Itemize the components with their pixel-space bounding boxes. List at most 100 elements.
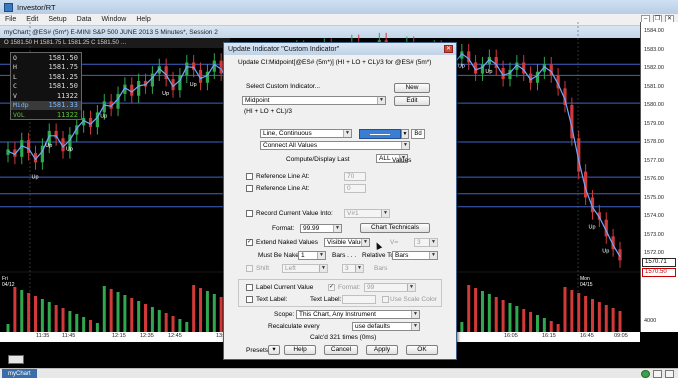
app-title: Investor/RT [17, 2, 56, 12]
volume-bar [82, 317, 86, 332]
reference-line-2-checkbox[interactable] [246, 185, 253, 192]
help-button[interactable]: Help [284, 345, 316, 355]
reference-line-2-input[interactable]: 0 [344, 184, 366, 193]
scope-select[interactable]: This Chart, Any Instrument ▼ [296, 310, 420, 319]
scope-label: Scope: [274, 311, 295, 318]
reference-line-1-checkbox[interactable] [246, 173, 253, 180]
data-window-row: VOL 11322 [11, 110, 81, 120]
chevron-down-icon: ▼ [377, 97, 385, 104]
volume-bar [584, 296, 588, 332]
connect-select[interactable]: Connect All Values ▼ [260, 141, 410, 150]
volume-bar [508, 303, 512, 332]
label-format-checkbox[interactable]: ✓ [328, 284, 335, 291]
data-window[interactable]: O 1581.50 H 1581.75 L 1581.25 C 1581.50 V 11322 Mi… [10, 52, 82, 120]
use-scale-color-checkbox[interactable] [382, 296, 389, 303]
volume-bar [34, 296, 38, 332]
presets-label: Presets [246, 347, 269, 354]
volume-bar [522, 309, 526, 332]
data-window-key: VOL [13, 110, 25, 119]
current-price-tag: 1570.71 [642, 258, 676, 267]
chevron-down-icon: ▼ [411, 323, 419, 330]
volume-bar [123, 295, 127, 332]
volume-bar [611, 308, 615, 332]
line-color-swatch[interactable] [359, 129, 401, 139]
compute-display-label: Compute/Display Last [286, 156, 350, 163]
volume-tick-label: 4000 [644, 318, 657, 324]
naked-count-select[interactable]: 1 ▼ [298, 251, 326, 260]
volume-bar [164, 313, 168, 332]
volume-bar [61, 308, 65, 332]
text-label-checkbox[interactable] [246, 296, 253, 303]
volume-bar [171, 316, 175, 332]
tab-mychart[interactable]: myChart [2, 369, 37, 378]
recalculate-select[interactable]: use defaults ▼ [352, 322, 420, 331]
record-value-label: Record Current Value Into: [256, 210, 333, 217]
volume-bar [109, 289, 113, 332]
volume-bar [47, 302, 51, 332]
cancel-button[interactable]: Cancel [324, 345, 358, 355]
shift-count-select[interactable]: 3 ▼ [342, 264, 364, 273]
dialog-titlebar: Update Indicator "Custom Indicator" ✕ [224, 43, 456, 55]
indicator-select[interactable]: Midpoint ▼ [242, 96, 386, 105]
volume-bar [529, 312, 533, 332]
apply-button[interactable]: Apply [366, 345, 398, 355]
time-tick-label: 16:15 [542, 333, 556, 339]
extend-naked-checkbox[interactable]: ✓ [246, 239, 253, 246]
label-format-select[interactable]: 99 ▼ [364, 283, 416, 292]
text-label-input[interactable] [342, 295, 376, 304]
volume-bar [556, 324, 560, 332]
ok-button[interactable]: OK [406, 345, 438, 355]
presets-dropdown[interactable]: ▾ [268, 345, 280, 355]
record-value-checkbox[interactable] [246, 210, 253, 217]
values-label: Values [392, 157, 412, 164]
up-label: Up [588, 224, 595, 230]
volume-bar [577, 293, 581, 332]
connection-status-icon[interactable] [641, 370, 650, 378]
up-label: Up [190, 82, 197, 88]
data-window-row: V 11322 [11, 91, 81, 101]
volume-bar [199, 288, 203, 332]
time-tick-label: 12:15 [112, 333, 126, 339]
settings-icon[interactable] [665, 370, 674, 378]
data-window-value: 1581.50 [48, 82, 78, 91]
up-label: Up [45, 143, 52, 149]
use-scale-color-label: Use Scale Color [390, 296, 437, 303]
label-current-checkbox[interactable] [246, 284, 253, 291]
price-tick-label: 1582.00 [644, 65, 664, 71]
price-tick-label: 1581.00 [644, 83, 664, 90]
price-bar [130, 84, 134, 96]
volume-bar [54, 305, 58, 332]
format-select[interactable]: 99.99 ▼ [300, 224, 342, 233]
reference-line-2-label: Reference Line At: [256, 185, 310, 192]
last-price-tag: 1570.50 [642, 268, 676, 277]
extend-min-select[interactable]: 3 ▼ [414, 238, 438, 247]
relative-to-select[interactable]: Bars ▼ [392, 251, 438, 260]
text-label-field-label: Text Label: [310, 296, 342, 303]
line-style-select[interactable]: Line, Continuous ▼ [260, 129, 352, 138]
dialog-close-icon[interactable]: ✕ [444, 45, 453, 53]
record-value-select[interactable]: V#1 ▼ [344, 209, 390, 218]
naked-bars-label: Bars . . . [332, 252, 357, 259]
volume-bar [515, 306, 519, 332]
chevron-down-icon[interactable]: ▼ [401, 129, 409, 139]
chart-technicals-button[interactable]: Chart Technicals [360, 223, 430, 233]
extend-select[interactable]: Visible Values ▼ [324, 238, 370, 247]
volume-bar [137, 301, 141, 332]
time-tick-label: 11:45 [62, 333, 76, 339]
data-window-value: 1581.33 [48, 101, 78, 110]
line-bold-button[interactable]: Bd [411, 129, 425, 139]
shift-direction-select[interactable]: Left ▼ [282, 264, 328, 273]
shift-checkbox[interactable] [246, 265, 253, 272]
up-label: Up [602, 248, 609, 254]
scroll-button[interactable] [8, 355, 24, 364]
data-window-value: 1581.75 [48, 63, 78, 72]
zoom-icon[interactable] [653, 370, 662, 378]
data-window-value: 1581.50 [48, 53, 78, 62]
reference-line-1-input[interactable]: 70 [344, 172, 366, 181]
new-button[interactable]: New [394, 83, 430, 93]
edit-button[interactable]: Edit [394, 96, 430, 106]
price-tick-label: 1572.00 [644, 250, 664, 256]
up-label: Up [32, 174, 39, 180]
date-tag-date: 04/12 [2, 282, 15, 288]
volume-bar [535, 315, 539, 332]
